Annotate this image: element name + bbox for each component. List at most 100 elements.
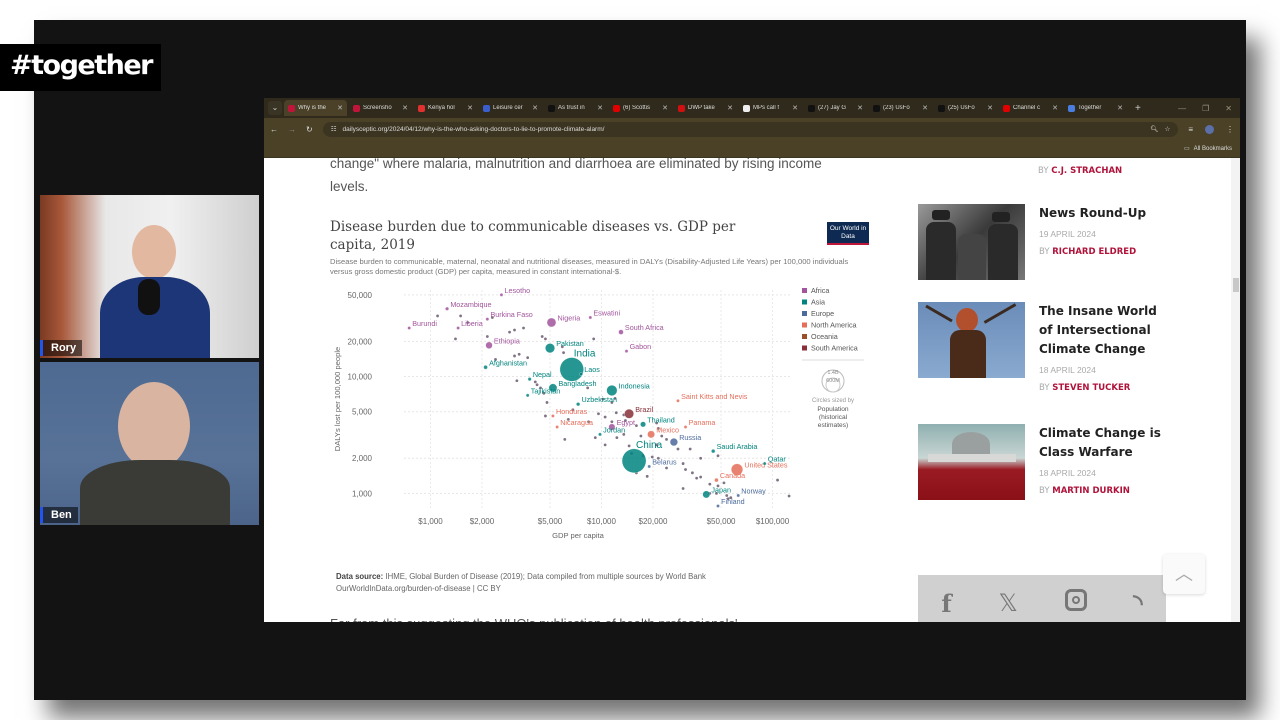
- browser-tab[interactable]: Channel c ✕: [999, 100, 1062, 116]
- data-point: [621, 448, 647, 473]
- author-link[interactable]: RICHARD ELDRED: [1052, 247, 1136, 257]
- media-controls-icon[interactable]: ≡: [1188, 125, 1193, 134]
- post-thumbnail[interactable]: [918, 204, 1025, 280]
- browser-tab[interactable]: (23) UsFo ✕: [869, 100, 932, 116]
- source-link[interactable]: OurWorldInData.org/burden-of-disease | C…: [336, 584, 501, 593]
- scroll-to-top-button[interactable]: ︿: [1163, 554, 1205, 594]
- data-point: [483, 365, 488, 370]
- sidebar-post[interactable]: The Insane World of Intersectional Clima…: [918, 302, 1174, 393]
- tab-search-button[interactable]: ⌄: [268, 101, 282, 115]
- post-title[interactable]: Climate Change is Class Warfare: [1039, 424, 1169, 462]
- close-tab-icon[interactable]: ✕: [467, 104, 473, 112]
- data-point: [598, 432, 602, 437]
- sidebar-post[interactable]: News Round-Up 19 APRIL 2024 BY RICHARD E…: [918, 204, 1146, 280]
- browser-tab[interactable]: Kenya hol ✕: [414, 100, 477, 116]
- data-point: [459, 314, 463, 318]
- minimize-button[interactable]: —: [1178, 104, 1186, 113]
- data-point: [559, 357, 584, 382]
- browser-tab[interactable]: Screensho ✕: [349, 100, 412, 116]
- browser-tab[interactable]: (25) UsFo ✕: [934, 100, 997, 116]
- g-icon: [483, 104, 490, 112]
- data-point: [688, 447, 692, 451]
- post-title[interactable]: News Round-Up: [1039, 204, 1146, 223]
- browser-tab[interactable]: Leisure cer ✕: [479, 100, 542, 116]
- address-bar[interactable]: ☷ dailysceptic.org/2024/04/12/why-is-the…: [322, 121, 1179, 137]
- back-button[interactable]: ←: [270, 125, 278, 134]
- browser-tab[interactable]: Why is the ✕: [284, 100, 347, 116]
- size-legend-measure: estimates): [818, 422, 848, 429]
- legend-label: Europe: [811, 309, 834, 318]
- close-window-button[interactable]: ✕: [1225, 104, 1232, 113]
- g-icon: [548, 104, 555, 112]
- close-tab-icon[interactable]: ✕: [1052, 104, 1058, 112]
- author-link[interactable]: MARTIN DURKIN: [1052, 486, 1130, 496]
- close-tab-icon[interactable]: ✕: [597, 104, 603, 112]
- data-point: [603, 443, 607, 447]
- facebook-icon[interactable]: f: [941, 589, 951, 618]
- page-scrollbar[interactable]: [1231, 158, 1240, 622]
- data-point: [576, 402, 581, 407]
- menu-kebab-icon[interactable]: ⋮: [1226, 125, 1234, 134]
- data-point: [603, 415, 607, 419]
- instagram-icon[interactable]: [1064, 588, 1087, 618]
- close-tab-icon[interactable]: ✕: [402, 104, 408, 112]
- data-point: [610, 420, 614, 424]
- forward-button[interactable]: →: [288, 125, 296, 134]
- youtube-icon: [1003, 104, 1010, 112]
- tab-title: Channel c: [1013, 105, 1041, 111]
- close-tab-icon[interactable]: ✕: [532, 104, 538, 112]
- data-label: Indonesia: [619, 381, 650, 390]
- browser-tab[interactable]: MPs call f ✕: [739, 100, 802, 116]
- close-tab-icon[interactable]: ✕: [337, 104, 343, 112]
- dailysceptic-icon: [288, 104, 295, 112]
- x-tick-label: $50,000: [707, 517, 736, 526]
- author-link[interactable]: STEVEN TUCKER: [1052, 383, 1130, 393]
- close-tab-icon[interactable]: ✕: [857, 104, 863, 112]
- scrollbar-thumb[interactable]: [1233, 278, 1239, 292]
- all-bookmarks-button[interactable]: All Bookmarks: [1194, 146, 1232, 152]
- hashtag-banner: #together: [0, 44, 161, 91]
- dwp-icon: [678, 104, 685, 112]
- close-tab-icon[interactable]: ✕: [922, 104, 928, 112]
- close-tab-icon[interactable]: ✕: [662, 104, 668, 112]
- close-tab-icon[interactable]: ✕: [792, 104, 798, 112]
- profile-avatar[interactable]: [1205, 124, 1214, 134]
- data-point: [579, 372, 583, 376]
- post-thumbnail[interactable]: [918, 302, 1025, 378]
- legend-swatch: [802, 299, 807, 305]
- folder-icon: ▭: [1183, 146, 1190, 152]
- owid-logo: Our World in Data: [827, 222, 869, 245]
- rss-icon[interactable]: ◝: [1133, 589, 1142, 618]
- data-point: [660, 434, 664, 438]
- browser-tab[interactable]: DWP take ✕: [674, 100, 737, 116]
- data-point: [555, 425, 559, 429]
- microphone-icon: [138, 279, 160, 315]
- bookmark-star-icon[interactable]: ☆: [1165, 125, 1171, 133]
- site-info-icon[interactable]: ☷: [331, 125, 337, 133]
- browser-tab[interactable]: Together ✕: [1064, 100, 1127, 116]
- data-label: Laos: [584, 365, 600, 374]
- zoom-icon[interactable]: 🔍︎: [1150, 125, 1158, 133]
- post-thumbnail[interactable]: [918, 424, 1025, 500]
- browser-tab[interactable]: As trust in ✕: [544, 100, 607, 116]
- data-point: [513, 328, 516, 332]
- browser-tab[interactable]: (6) Scottis ✕: [609, 100, 672, 116]
- data-point: [436, 314, 439, 318]
- sidebar-post[interactable]: Climate Change is Class Warfare 18 APRIL…: [918, 424, 1169, 500]
- browser-tab[interactable]: (27) Jay G ✕: [804, 100, 867, 116]
- close-tab-icon[interactable]: ✕: [1117, 104, 1123, 112]
- new-tab-button[interactable]: +: [1129, 103, 1147, 114]
- social-links: f 𝕏 ◝: [918, 575, 1166, 622]
- close-tab-icon[interactable]: ✕: [987, 104, 993, 112]
- reload-button[interactable]: ↻: [306, 125, 313, 134]
- x-tick-label: $1,000: [418, 517, 443, 526]
- data-point: [676, 447, 680, 451]
- post-title[interactable]: The Insane World of Intersectional Clima…: [1039, 302, 1174, 359]
- maximize-button[interactable]: ❐: [1202, 104, 1209, 113]
- x-icon[interactable]: 𝕏: [998, 589, 1017, 617]
- close-tab-icon[interactable]: ✕: [727, 104, 733, 112]
- data-point: [639, 434, 643, 438]
- scatter-plot: 1,000 2,000 5,000 10,000 20,000 50,000 $1,000 $…: [333, 286, 864, 540]
- doc-icon: [1068, 104, 1075, 112]
- author-link[interactable]: C.J. STRACHAN: [1051, 166, 1122, 176]
